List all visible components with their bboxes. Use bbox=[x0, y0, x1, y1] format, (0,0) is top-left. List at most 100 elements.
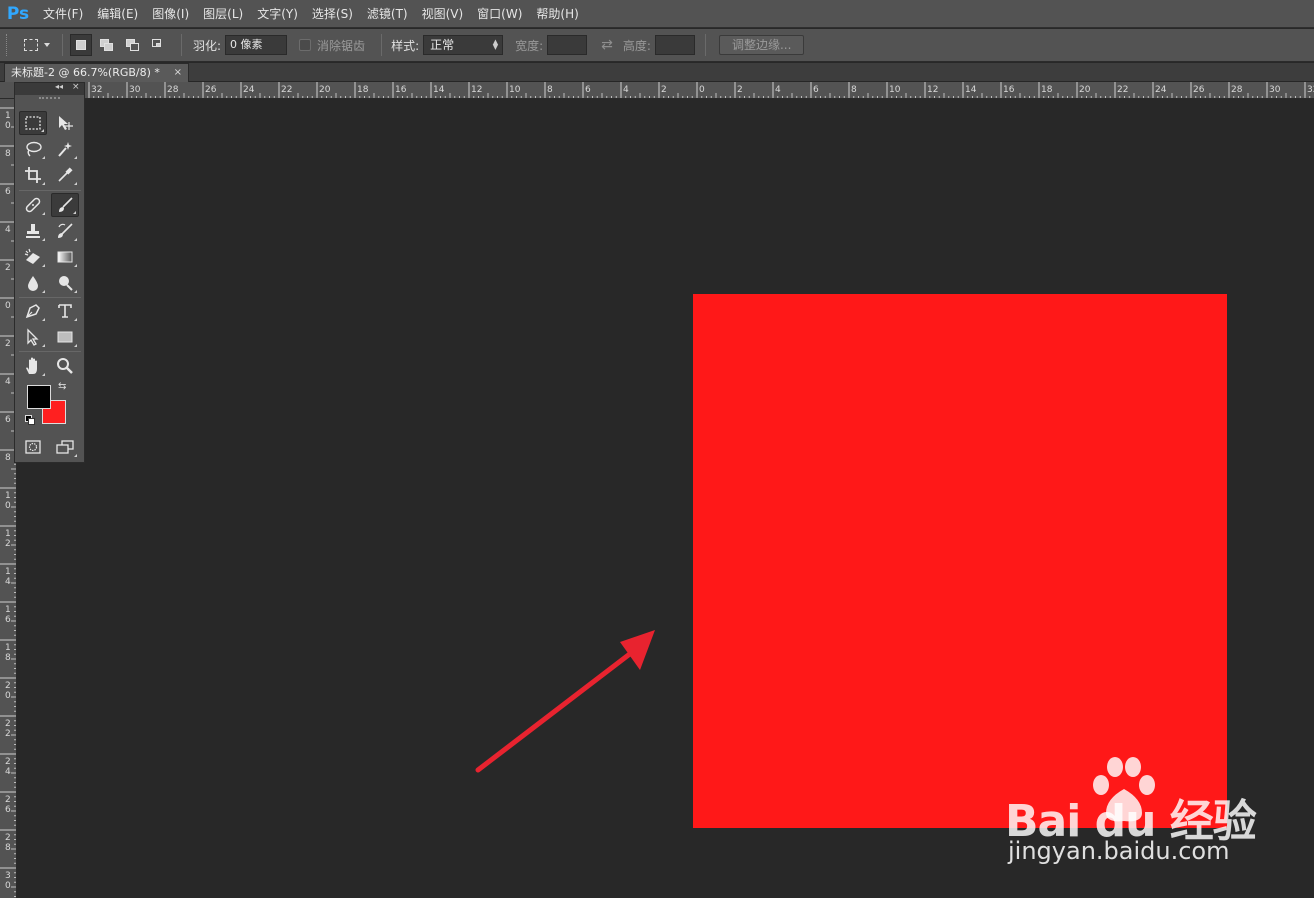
menu-window[interactable]: 窗口(W) bbox=[470, 0, 529, 28]
path-selection-tool[interactable] bbox=[19, 325, 47, 349]
divider bbox=[381, 34, 383, 56]
collapse-icon[interactable]: ◂◂ bbox=[55, 82, 63, 91]
healing-brush-tool[interactable] bbox=[19, 193, 47, 217]
ruler-v-label: 2 bbox=[5, 757, 11, 767]
style-select[interactable]: 正常 ▲ ▼ bbox=[423, 35, 504, 55]
subtract-selection-icon bbox=[126, 38, 140, 52]
ruler-v-label: 6 bbox=[5, 415, 11, 425]
swap-colors-icon[interactable]: ⇆ bbox=[58, 381, 66, 392]
crop-tool[interactable] bbox=[19, 163, 47, 187]
ruler-v-label: 8 bbox=[5, 149, 11, 159]
ruler-h-label: 4 bbox=[623, 85, 629, 95]
ruler-v-label: 1 bbox=[5, 567, 11, 577]
ruler-h-label: 32 bbox=[1307, 85, 1314, 95]
ruler-h-label: 24 bbox=[243, 85, 255, 95]
zoom-tool[interactable] bbox=[51, 354, 79, 378]
ruler-v-label: 6 bbox=[5, 187, 11, 197]
options-bar-grip[interactable] bbox=[6, 34, 10, 56]
intersect-selection-button[interactable] bbox=[148, 34, 170, 56]
ruler-v-label: 2 bbox=[5, 729, 11, 739]
pen-tool[interactable] bbox=[19, 299, 47, 323]
dodge-tool[interactable] bbox=[51, 271, 79, 295]
ruler-h-label: 20 bbox=[1079, 85, 1091, 95]
ruler-v-label: 0 bbox=[5, 691, 11, 701]
ruler-h-label: 12 bbox=[927, 85, 938, 95]
history-brush-tool[interactable] bbox=[51, 219, 79, 243]
style-select-value: 正常 bbox=[430, 38, 455, 52]
menu-help[interactable]: 帮助(H) bbox=[529, 0, 585, 28]
panel-grip[interactable] bbox=[39, 97, 60, 105]
ruler-v-label: 0 bbox=[5, 301, 11, 311]
horizontal-ruler[interactable]: 32 30 28 26 24 22 20 18 16 14 12 10 8 6 4 2 0 2 4 6 8 10 12 14 1… bbox=[17, 82, 1314, 99]
clone-stamp-tool[interactable] bbox=[19, 219, 47, 243]
feather-input[interactable]: 0 像素 bbox=[225, 35, 288, 55]
brush-tool[interactable] bbox=[51, 193, 79, 217]
tools-panel-header[interactable]: ◂◂ × bbox=[15, 82, 84, 95]
eraser-icon bbox=[24, 248, 40, 264]
pen-icon bbox=[25, 304, 40, 319]
brush-icon bbox=[59, 197, 73, 212]
ruler-v-label: 4 bbox=[5, 577, 11, 587]
type-tool[interactable] bbox=[51, 299, 79, 323]
screen-mode-button[interactable] bbox=[51, 435, 79, 459]
width-input[interactable] bbox=[547, 35, 588, 55]
rectangle-shape-tool[interactable] bbox=[51, 325, 79, 349]
document-tab-title: 未标题-2 @ 66.7%(RGB/8) * bbox=[11, 66, 160, 79]
hand-tool[interactable] bbox=[19, 354, 47, 378]
subtract-from-selection-button[interactable] bbox=[122, 34, 144, 56]
path-selection-icon bbox=[27, 328, 39, 346]
eraser-tool[interactable] bbox=[19, 245, 47, 269]
magic-wand-tool[interactable] bbox=[51, 137, 79, 161]
watermark-url: jingyan.baidu.com bbox=[1008, 837, 1230, 865]
move-tool[interactable] bbox=[51, 111, 79, 135]
ruler-h-label: 24 bbox=[1155, 85, 1167, 95]
ruler-v-label: 6 bbox=[5, 615, 11, 625]
document-canvas-red[interactable] bbox=[693, 294, 1227, 828]
swap-width-height-icon[interactable]: ⇄ bbox=[601, 37, 613, 53]
menu-image[interactable]: 图像(I) bbox=[145, 0, 196, 28]
document-tab[interactable]: 未标题-2 @ 66.7%(RGB/8) * × bbox=[4, 63, 189, 82]
menu-view[interactable]: 视图(V) bbox=[415, 0, 471, 28]
gradient-tool[interactable] bbox=[51, 245, 79, 269]
screen-mode-icon bbox=[56, 440, 74, 454]
close-icon[interactable]: × bbox=[174, 64, 182, 82]
menu-layer[interactable]: 图层(L) bbox=[196, 0, 250, 28]
lasso-tool[interactable] bbox=[19, 137, 47, 161]
dodge-icon bbox=[59, 276, 73, 291]
ruler-h-label: 28 bbox=[167, 85, 179, 95]
foreground-color-swatch[interactable] bbox=[27, 385, 51, 409]
rectangular-marquee-tool[interactable] bbox=[19, 111, 47, 135]
ruler-h-label: 10 bbox=[889, 85, 901, 95]
width-label: 宽度: bbox=[515, 38, 544, 53]
baidu-jingyan-watermark: Bai du 经验 jingyan.baidu.com bbox=[1005, 755, 1257, 875]
menu-edit[interactable]: 编辑(E) bbox=[90, 0, 145, 28]
menu-select[interactable]: 选择(S) bbox=[305, 0, 360, 28]
tool-preset-picker[interactable] bbox=[24, 39, 50, 51]
height-input[interactable] bbox=[654, 35, 695, 55]
blur-tool[interactable] bbox=[19, 271, 47, 295]
menu-file[interactable]: 文件(F) bbox=[36, 0, 90, 28]
default-colors-icon[interactable] bbox=[25, 415, 35, 425]
eyedropper-icon bbox=[58, 167, 73, 182]
annotation-arrow bbox=[475, 630, 655, 773]
add-to-selection-button[interactable] bbox=[96, 34, 118, 56]
antialias-checkbox[interactable] bbox=[299, 39, 312, 51]
menu-filter[interactable]: 滤镜(T) bbox=[360, 0, 415, 28]
ruler-h-label: 6 bbox=[813, 85, 819, 95]
height-label: 高度: bbox=[622, 38, 651, 53]
style-label: 样式: bbox=[391, 38, 420, 53]
new-selection-button[interactable] bbox=[70, 34, 92, 56]
ruler-h-label: 20 bbox=[319, 85, 331, 95]
ruler-h-label: 14 bbox=[433, 85, 445, 95]
ruler-h-label: 18 bbox=[357, 85, 369, 95]
eyedropper-tool[interactable] bbox=[51, 163, 79, 187]
ruler-h-label: 6 bbox=[585, 85, 591, 95]
quick-mask-button[interactable] bbox=[19, 435, 47, 459]
menu-type[interactable]: 文字(Y) bbox=[250, 0, 305, 28]
hand-icon bbox=[26, 357, 37, 374]
ruler-h-label: 8 bbox=[851, 85, 857, 95]
crop-icon bbox=[25, 167, 41, 183]
close-icon[interactable]: × bbox=[72, 82, 80, 92]
ruler-v-label: 2 bbox=[5, 681, 11, 691]
refine-edge-button[interactable]: 调整边缘... bbox=[718, 35, 805, 55]
